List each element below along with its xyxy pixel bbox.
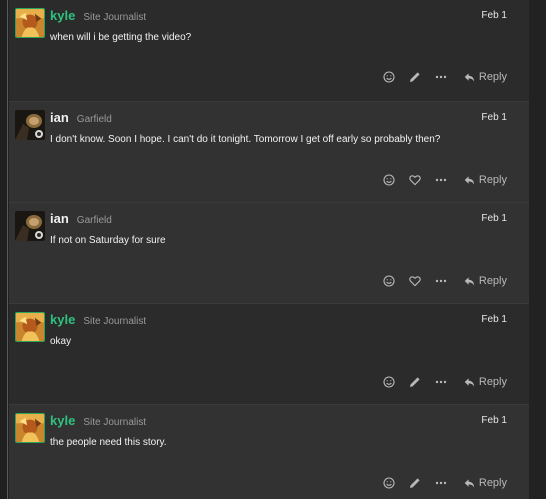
user-title: Site Journalist: [83, 316, 147, 327]
post-meta: ian Garfield: [50, 211, 112, 226]
post-actions: Reply: [376, 272, 507, 290]
reply-button[interactable]: Reply: [464, 174, 507, 186]
reply-button[interactable]: Reply: [464, 477, 507, 489]
post: kyle Site Journalist Feb 1 okay Reply: [9, 303, 529, 404]
post-meta: kyle Site Journalist: [50, 8, 146, 23]
user-title: Garfield: [76, 215, 112, 226]
post: ian Garfield Feb 1 If not on Saturday fo…: [9, 202, 529, 303]
heart-icon[interactable]: [402, 272, 428, 290]
username[interactable]: kyle: [50, 8, 75, 23]
post-actions: Reply: [376, 171, 507, 189]
more-icon[interactable]: [428, 474, 454, 492]
reply-icon: [464, 478, 475, 488]
topic-view: kyle Site Journalist Feb 1 when will i b…: [0, 0, 546, 499]
post-date[interactable]: Feb 1: [481, 10, 507, 21]
reply-icon: [464, 72, 475, 82]
username[interactable]: kyle: [50, 312, 75, 327]
post: ian Garfield Feb 1 I don't know. Soon I …: [9, 101, 529, 202]
reply-button[interactable]: Reply: [464, 275, 507, 287]
reply-label: Reply: [478, 174, 507, 186]
post-meta: kyle Site Journalist: [50, 413, 146, 428]
more-icon[interactable]: [428, 171, 454, 189]
reply-label: Reply: [478, 477, 507, 489]
post-meta: kyle Site Journalist: [50, 312, 146, 327]
post-date[interactable]: Feb 1: [481, 415, 507, 426]
user-title: Garfield: [76, 114, 112, 125]
post: kyle Site Journalist Feb 1 the people ne…: [9, 404, 529, 499]
avatar[interactable]: [15, 312, 45, 342]
reply-icon: [464, 175, 475, 185]
post-body: If not on Saturday for sure: [50, 235, 166, 246]
post: kyle Site Journalist Feb 1 when will i b…: [9, 0, 529, 101]
post-actions: Reply: [376, 474, 507, 492]
timeline-rail: [0, 0, 8, 499]
reply-label: Reply: [478, 376, 507, 388]
username[interactable]: ian: [50, 211, 69, 226]
post-body: okay: [50, 336, 72, 347]
avatar[interactable]: [15, 211, 45, 241]
smile-icon[interactable]: [376, 272, 402, 290]
pencil-icon[interactable]: [402, 373, 428, 391]
smile-icon[interactable]: [376, 373, 402, 391]
post-actions: Reply: [376, 68, 507, 86]
user-title: Site Journalist: [83, 417, 147, 428]
post-date[interactable]: Feb 1: [481, 213, 507, 224]
post-body: the people need this story.: [50, 437, 167, 448]
post-date[interactable]: Feb 1: [481, 112, 507, 123]
reply-icon: [464, 276, 475, 286]
post-meta: ian Garfield: [50, 110, 112, 125]
pencil-icon[interactable]: [402, 474, 428, 492]
heart-icon[interactable]: [402, 171, 428, 189]
reply-button[interactable]: Reply: [464, 376, 507, 388]
avatar[interactable]: [15, 8, 45, 38]
user-title: Site Journalist: [83, 12, 147, 23]
username[interactable]: ian: [50, 110, 69, 125]
more-icon[interactable]: [428, 272, 454, 290]
smile-icon[interactable]: [376, 171, 402, 189]
reply-label: Reply: [478, 275, 507, 287]
post-date[interactable]: Feb 1: [481, 314, 507, 325]
reply-icon: [464, 377, 475, 387]
more-icon[interactable]: [428, 68, 454, 86]
username[interactable]: kyle: [50, 413, 75, 428]
avatar[interactable]: [15, 413, 45, 443]
pencil-icon[interactable]: [402, 68, 428, 86]
reply-button[interactable]: Reply: [464, 71, 507, 83]
avatar[interactable]: [15, 110, 45, 140]
post-actions: Reply: [376, 373, 507, 391]
post-stream: kyle Site Journalist Feb 1 when will i b…: [9, 0, 529, 499]
more-icon[interactable]: [428, 373, 454, 391]
reply-label: Reply: [478, 71, 507, 83]
post-body: when will i be getting the video?: [50, 32, 192, 43]
post-body: I don't know. Soon I hope. I can't do it…: [50, 134, 441, 145]
smile-icon[interactable]: [376, 68, 402, 86]
smile-icon[interactable]: [376, 474, 402, 492]
